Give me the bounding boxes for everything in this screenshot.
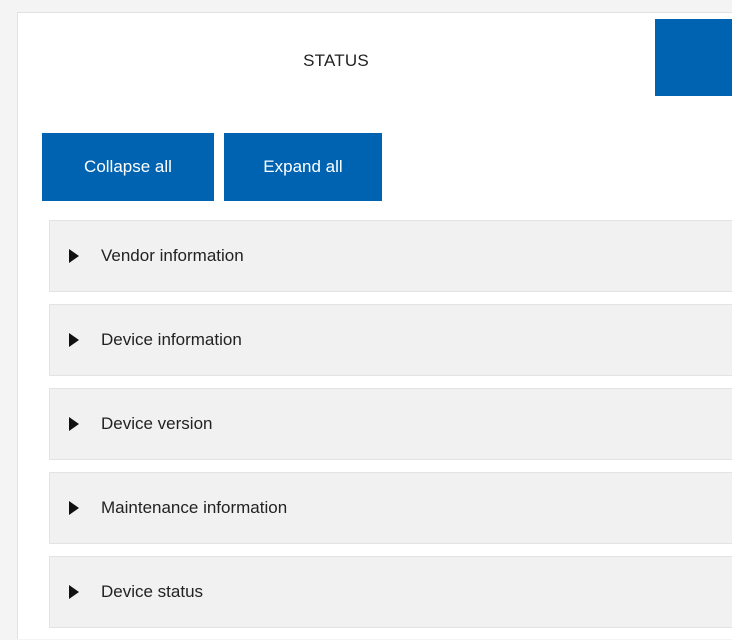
caret-right-icon: [69, 333, 79, 347]
toolbar: Collapse all Expand all: [42, 133, 382, 201]
section-vendor-information[interactable]: Vendor information: [49, 220, 732, 292]
tab-status-label: STATUS: [303, 51, 369, 70]
section-label: Vendor information: [101, 246, 244, 265]
section-maintenance-information[interactable]: Maintenance information: [49, 472, 732, 544]
caret-right-icon: [69, 585, 79, 599]
section-label: Device status: [101, 582, 204, 601]
section-device-status[interactable]: Device status: [49, 556, 732, 628]
section-label: Device information: [101, 330, 242, 349]
tab-bar: STATUS: [18, 13, 732, 109]
caret-right-icon: [69, 249, 79, 263]
collapse-all-button[interactable]: Collapse all: [42, 133, 214, 201]
section-device-version[interactable]: Device version: [49, 388, 732, 460]
tab-status[interactable]: STATUS: [18, 13, 654, 109]
caret-right-icon: [69, 501, 79, 515]
expand-all-button[interactable]: Expand all: [224, 133, 382, 201]
section-label: Maintenance information: [101, 498, 288, 517]
section-label: Device version: [101, 414, 213, 433]
section-list: Vendor information Device information De…: [49, 220, 732, 640]
status-panel: STATUS Collapse all Expand all Vendor in…: [17, 12, 732, 639]
tab-active-partial[interactable]: [655, 19, 732, 96]
section-device-information[interactable]: Device information: [49, 304, 732, 376]
caret-right-icon: [69, 417, 79, 431]
